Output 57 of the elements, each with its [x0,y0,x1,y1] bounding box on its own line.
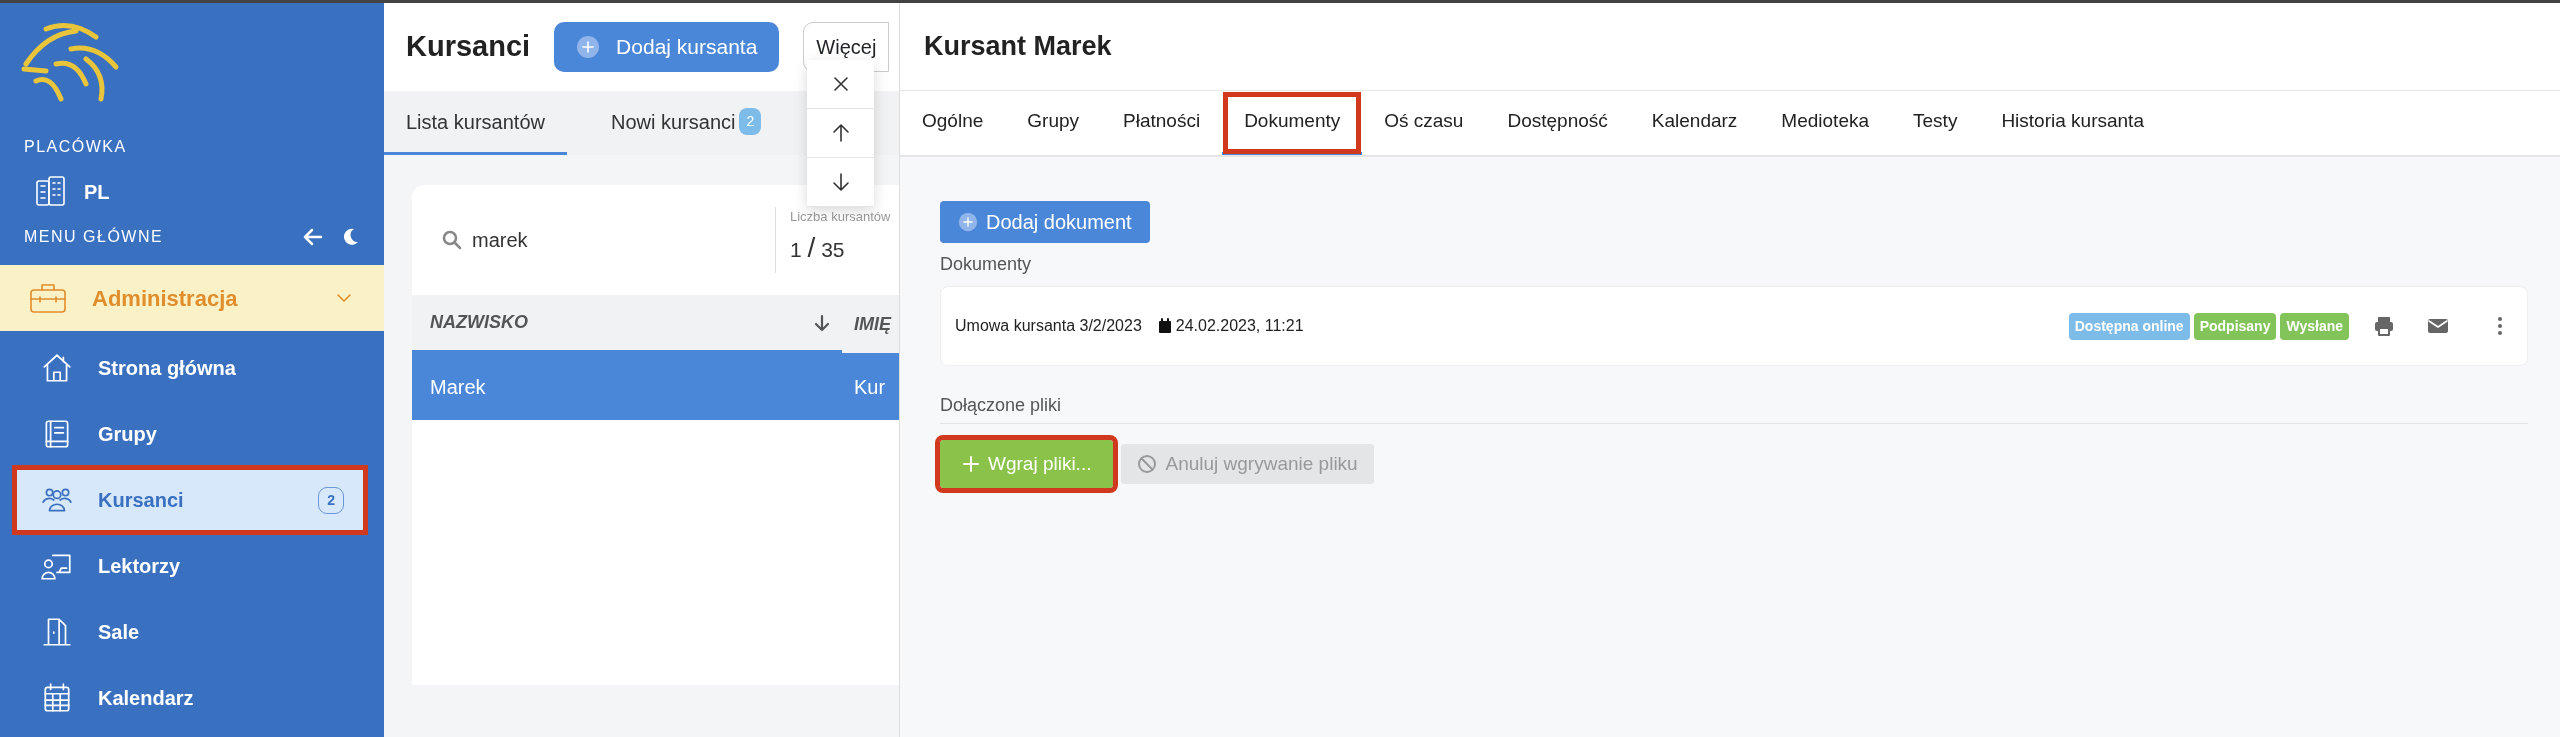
tab[interactable]: Ogólne [900,91,1006,155]
section-label: PLACÓWKA [23,136,128,157]
section-label: Dołączone pliki [940,395,1062,415]
sidebar-item[interactable]: Kursanci 2 [14,467,366,533]
count-badge: 2 [318,486,344,514]
arrow-down-button[interactable] [807,158,874,207]
more-vertical-icon[interactable] [2497,316,2503,336]
tab[interactable]: Oś czasu [1362,91,1486,155]
column-header[interactable]: IMIĘ [854,310,891,338]
table-cell-text: Kur [853,374,886,400]
plus-icon [962,455,980,473]
sidebar-item[interactable]: Lektorzy [0,533,384,599]
document-name[interactable]: Umowa kursanta 3/2/2023 [955,314,1142,338]
add-document-button[interactable]: Dodaj dokument [940,201,1150,243]
tab[interactable]: Grupy [1005,91,1102,155]
tab[interactable]: Płatności [1101,91,1223,155]
search-icon [442,230,462,250]
sidebar-item[interactable]: Strona główna [0,335,384,401]
table-row[interactable]: Marek Kur [412,353,899,420]
section-label: MENU GŁÓWNE [23,226,165,247]
tab[interactable]: Kalendarz [1629,91,1760,155]
add-student-button[interactable]: Dodaj kursanta [554,22,780,72]
tab[interactable]: Dostępność [1485,91,1630,155]
tab[interactable]: Historia kursanta [1979,91,2166,155]
count-value: 1 / 35 [790,230,845,265]
sidebar-item[interactable]: Kalendarz [0,665,384,731]
document-date: 24.02.2023, 11:21 [1175,316,1305,336]
arrow-left-icon[interactable] [302,226,324,248]
table-cell-text: Marek [429,374,487,400]
tab[interactable]: Medioteka [1759,91,1892,155]
facility-name: PL [84,180,110,205]
status-tag: Podpisany [2193,312,2277,340]
count-badge: 2 [739,108,762,135]
printer-icon[interactable] [2373,315,2395,337]
plus-circle-icon [576,35,601,59]
door-icon [40,615,74,649]
briefcase-icon [28,281,68,315]
search-field[interactable]: marek [470,224,690,256]
tab[interactable]: Testy [1891,91,1980,155]
close-button[interactable] [807,60,874,109]
status-tag: Wysłane [2280,312,2349,340]
drawer-title: Kursant Marek [924,30,1112,64]
tab[interactable]: Lista kursantów [384,91,567,155]
status-tag: Dostępna online [2068,312,2190,340]
sidebar-item[interactable]: Grupy [0,401,384,467]
arrow-up-button[interactable] [807,109,874,158]
plus-circle-icon [958,212,978,232]
sidebar-item[interactable]: Sale [0,599,384,665]
calendar-icon [1157,318,1172,334]
page-title: Kursanci [406,29,531,65]
tab[interactable]: Nowi kursanci 2 [566,91,784,155]
tab[interactable]: Dokumenty [1222,91,1363,155]
column-header[interactable]: NAZWISKO [430,309,812,336]
section-label: Dokumenty [940,253,1032,276]
count-label: Liczba kursantów [790,208,892,226]
no-entry-icon [1137,454,1158,474]
buildings-icon [34,175,68,209]
